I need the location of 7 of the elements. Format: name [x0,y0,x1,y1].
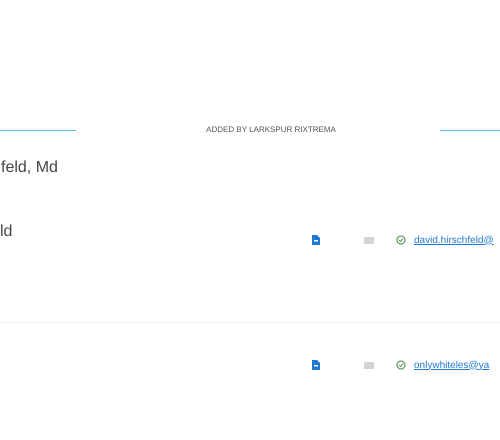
document-icon[interactable] [312,235,320,245]
document-icon[interactable] [312,360,320,370]
contact-name: ld [0,222,12,242]
email-link[interactable]: david.hirschfeld@ [414,232,500,248]
section-header: ADDED BY LARKSPUR RIXTREMA [206,124,336,136]
contact-name: feld, Md [0,158,59,178]
email-link[interactable]: onlywhiteles@ya [414,358,500,372]
